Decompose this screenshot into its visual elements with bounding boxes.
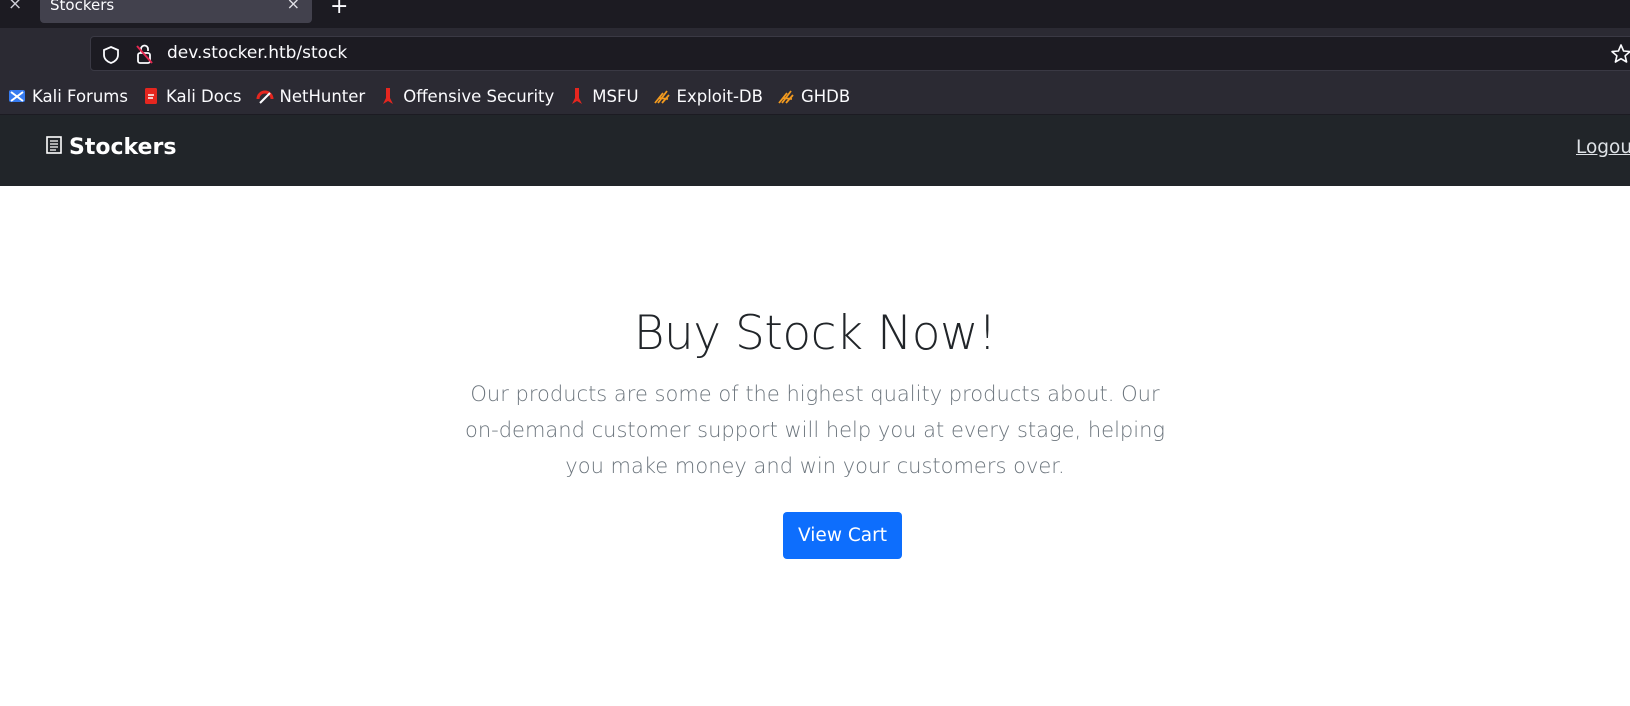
new-tab-button[interactable]: + — [330, 0, 348, 19]
tab-stockers[interactable]: Stockers × — [40, 0, 312, 23]
nethunter-icon — [256, 87, 274, 105]
bookmark-label: GHDB — [800, 86, 851, 106]
page-title: Buy Stock Now! — [633, 306, 997, 361]
bookmark-label: Offensive Security — [403, 86, 555, 106]
star-bookmark-icon[interactable] — [1610, 43, 1630, 69]
logout-link[interactable]: Logout — [1576, 137, 1630, 158]
brand-name: Stockers — [69, 135, 177, 160]
tab-strip: × Stockers × + — [0, 0, 1630, 28]
hero-description: Our products are some of the highest qua… — [464, 382, 1165, 478]
bookmarks-bar: Kali Forums Kali Docs NetHunter Offensiv… — [0, 78, 1630, 115]
bookmark-label: Exploit-DB — [676, 86, 763, 106]
exploitdb-icon — [653, 87, 671, 105]
tab-title: Stockers — [50, 0, 115, 14]
bookmark-label: Kali Docs — [165, 86, 242, 106]
kali-docs-icon — [142, 87, 160, 105]
hero-section: Buy Stock Now! Our products are some of … — [0, 186, 1630, 706]
url-bar[interactable]: dev.stocker.htb/stock — [90, 36, 1630, 71]
bookmark-kali-docs[interactable]: Kali Docs — [142, 87, 242, 106]
bookmark-kali-forums[interactable]: Kali Forums — [8, 87, 128, 106]
ghdb-icon — [777, 87, 795, 105]
bookmark-exploit-db[interactable]: Exploit-DB — [653, 87, 763, 106]
view-cart-button[interactable]: View Cart — [783, 512, 902, 559]
lock-warning-icon[interactable] — [135, 43, 155, 69]
close-tab-icon[interactable]: × — [287, 0, 300, 13]
bookmark-nethunter[interactable]: NetHunter — [256, 86, 366, 106]
kali-forums-icon — [8, 87, 26, 105]
bookmark-msfu[interactable]: MSFU — [568, 86, 639, 106]
bookmark-offensive-security[interactable]: Offensive Security — [379, 87, 554, 106]
document-list-icon — [46, 135, 62, 160]
bookmark-label: MSFU — [592, 86, 639, 106]
browser-toolbar: dev.stocker.htb/stock — [0, 28, 1630, 78]
bookmark-ghdb[interactable]: GHDB — [777, 87, 850, 106]
bookmark-label: NetHunter — [279, 86, 366, 106]
bookmark-label: Kali Forums — [32, 86, 128, 106]
close-tab-icon[interactable]: × — [8, 0, 22, 14]
brand-link[interactable]: Stockers — [46, 135, 176, 160]
site-navbar: Stockers Logout — [0, 115, 1630, 186]
url-text[interactable]: dev.stocker.htb/stock — [167, 43, 347, 63]
shield-icon[interactable] — [101, 45, 121, 69]
offsec-icon — [379, 87, 397, 105]
msfu-icon — [568, 87, 586, 105]
